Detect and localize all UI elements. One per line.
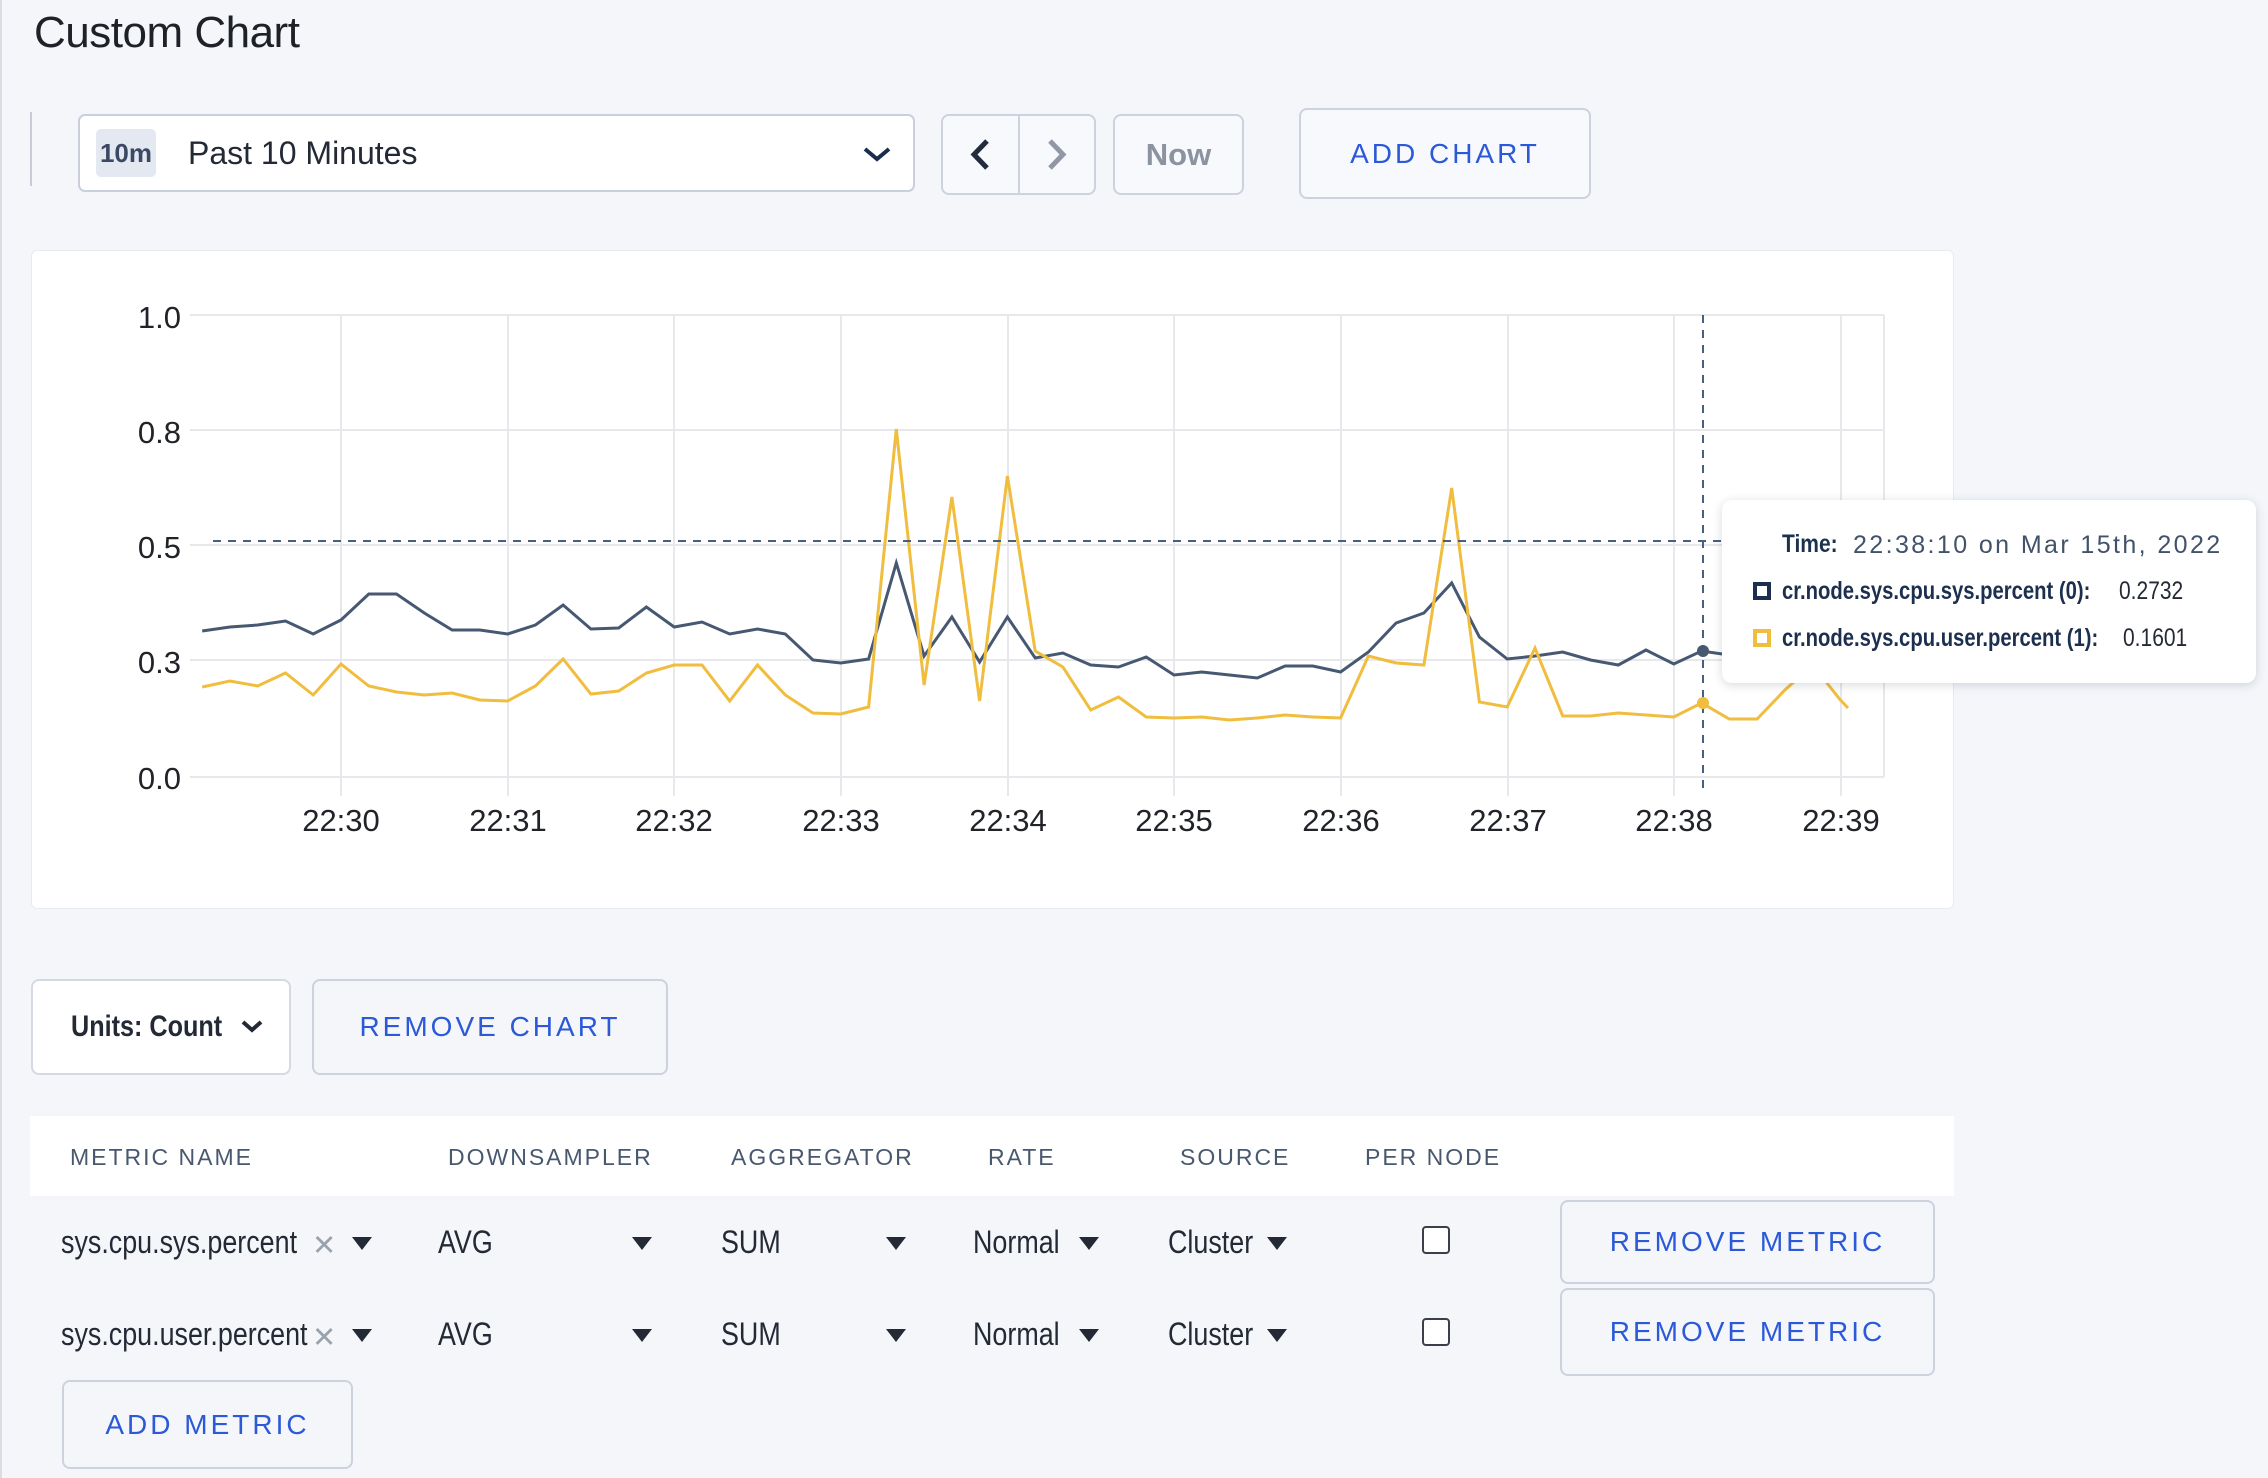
- svg-text:0.8: 0.8: [138, 415, 181, 450]
- svg-text:22:36: 22:36: [1302, 803, 1380, 838]
- svg-text:22:33: 22:33: [802, 803, 880, 838]
- svg-text:22:38: 22:38: [1635, 803, 1713, 838]
- svg-text:22:39: 22:39: [1802, 803, 1880, 838]
- svg-text:22:30: 22:30: [302, 803, 380, 838]
- svg-text:0.3: 0.3: [138, 645, 181, 680]
- svg-text:22:34: 22:34: [969, 803, 1047, 838]
- svg-text:0.0: 0.0: [138, 761, 181, 796]
- svg-text:1.0: 1.0: [138, 300, 181, 335]
- svg-text:22:37: 22:37: [1469, 803, 1547, 838]
- svg-text:22:35: 22:35: [1135, 803, 1213, 838]
- svg-text:0.5: 0.5: [138, 530, 181, 565]
- svg-text:22:31: 22:31: [469, 803, 547, 838]
- svg-text:22:32: 22:32: [635, 803, 713, 838]
